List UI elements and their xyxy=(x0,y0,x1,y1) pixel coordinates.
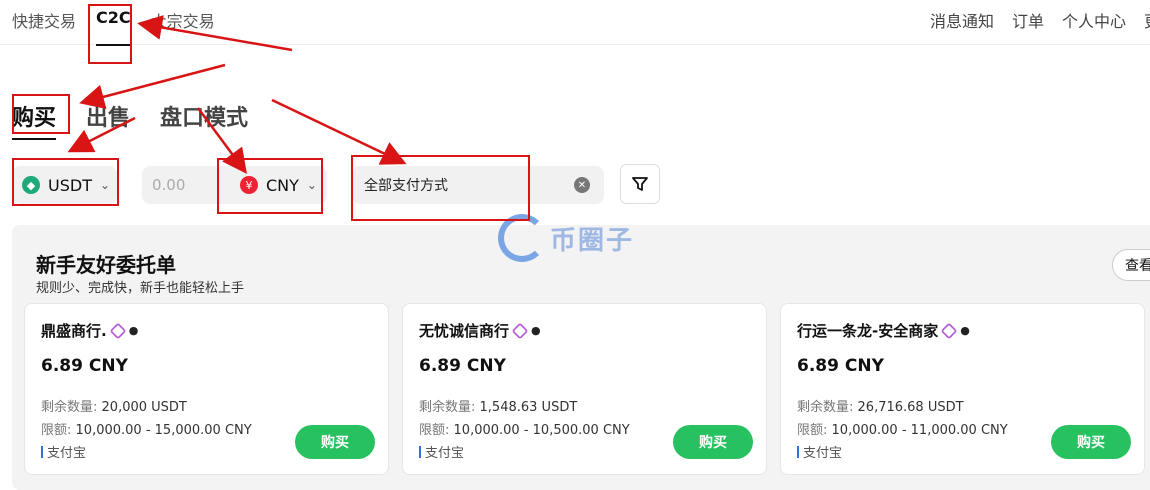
payment-value: 全部支付方式 xyxy=(364,178,448,194)
limit-value: 10,000.00 - 10,500.00 CNY xyxy=(453,423,630,438)
payment-method: 支付宝 xyxy=(41,442,86,461)
amount-placeholder: 0.00 xyxy=(152,176,186,194)
panel-subtitle: 规则少、完成快，新手也能轻松上手 xyxy=(36,281,245,296)
watermark-text: 币圈子 xyxy=(550,225,635,256)
remaining-label: 剩余数量: xyxy=(41,400,98,415)
order-card: 无忧诚信商行 ● 6.89 CNY 剩余数量: 1,548.63 USDT 限额… xyxy=(402,303,767,475)
merchant-badge-icon xyxy=(109,322,127,339)
buy-button[interactable]: 购买 xyxy=(1051,425,1131,459)
coin-value: USDT xyxy=(48,175,92,195)
remaining-value: 20,000 USDT xyxy=(101,400,187,415)
watermark-logo-icon xyxy=(498,214,546,262)
limit-row: 限额: 10,000.00 - 11,000.00 CNY xyxy=(797,419,1008,438)
user-icon: ● xyxy=(960,324,970,337)
remaining-row: 剩余数量: 20,000 USDT xyxy=(41,396,187,415)
remaining-row: 剩余数量: 1,548.63 USDT xyxy=(419,396,577,415)
payment-method: 支付宝 xyxy=(797,442,842,461)
tether-icon: ◆ xyxy=(22,176,40,194)
limit-row: 限额: 10,000.00 - 15,000.00 CNY xyxy=(41,419,252,438)
merchant-badge-icon xyxy=(940,322,958,339)
buy-button[interactable]: 购买 xyxy=(673,425,753,459)
merchant-name: 无忧诚信商行 ● xyxy=(419,320,541,341)
view-all-button[interactable]: 查看 xyxy=(1112,249,1150,281)
funnel-icon xyxy=(632,177,648,191)
price: 6.89 CNY xyxy=(419,356,506,376)
user-icon: ● xyxy=(531,324,541,337)
chevron-down-icon: ⌄ xyxy=(306,178,317,192)
remaining-label: 剩余数量: xyxy=(419,400,476,415)
price: 6.89 CNY xyxy=(797,356,884,376)
payment-method: 支付宝 xyxy=(419,442,464,461)
remaining-value: 26,716.68 USDT xyxy=(857,400,964,415)
nav-quick-trade[interactable]: 快捷交易 xyxy=(12,8,76,32)
user-icon: ● xyxy=(128,324,139,337)
tab-orderbook-mode[interactable]: 盘口模式 xyxy=(160,100,248,132)
merchant-label: 行运一条龙-安全商家 xyxy=(797,322,939,340)
order-card: 鼎盛商行. ● 6.89 CNY 剩余数量: 20,000 USDT 限额: 1… xyxy=(24,303,389,475)
beginner-orders-panel: 新手友好委托单 规则少、完成快，新手也能轻松上手 查看 鼎盛商行. ● 6.89… xyxy=(12,225,1150,490)
nav-orders[interactable]: 订单 xyxy=(1012,8,1044,32)
limit-label: 限额: xyxy=(797,423,828,438)
merchant-name: 行运一条龙-安全商家 ● xyxy=(797,320,970,341)
remaining-label: 剩余数量: xyxy=(797,400,854,415)
tab-buy[interactable]: 购买 xyxy=(12,100,56,140)
limit-value: 10,000.00 - 15,000.00 CNY xyxy=(75,423,252,438)
filter-bar: ◆ USDT ⌄ 0.00 ¥ CNY ⌄ 全部支付方式 ✕ xyxy=(12,160,1150,208)
nav-user-center[interactable]: 个人中心 xyxy=(1062,8,1126,32)
buy-button[interactable]: 购买 xyxy=(295,425,375,459)
filter-button[interactable] xyxy=(620,164,660,204)
merchant-label: 鼎盛商行. xyxy=(41,322,107,340)
top-nav: 快捷交易 C2C 大宗交易 消息通知 订单 个人中心 更 xyxy=(0,0,1150,46)
order-card: 行运一条龙-安全商家 ● 6.89 CNY 剩余数量: 26,716.68 US… xyxy=(780,303,1145,475)
merchant-label: 无忧诚信商行 xyxy=(419,322,510,340)
limit-value: 10,000.00 - 11,000.00 CNY xyxy=(831,423,1008,438)
remaining-row: 剩余数量: 26,716.68 USDT xyxy=(797,396,964,415)
limit-label: 限额: xyxy=(419,423,450,438)
nav-notifications[interactable]: 消息通知 xyxy=(930,8,994,32)
currency-select[interactable]: ¥ CNY ⌄ xyxy=(232,166,332,204)
currency-value: CNY xyxy=(266,175,299,195)
tab-sell[interactable]: 出售 xyxy=(86,100,130,132)
nav-more[interactable]: 更 xyxy=(1144,8,1150,32)
remaining-value: 1,548.63 USDT xyxy=(479,400,578,415)
price: 6.89 CNY xyxy=(41,356,128,376)
merchant-badge-icon xyxy=(511,322,529,339)
clear-icon[interactable]: ✕ xyxy=(574,177,590,193)
panel-title: 新手友好委托单 xyxy=(36,253,176,277)
chevron-down-icon: ⌄ xyxy=(99,178,111,192)
limit-row: 限额: 10,000.00 - 10,500.00 CNY xyxy=(419,419,630,438)
nav-c2c[interactable]: C2C xyxy=(96,8,131,46)
nav-block-trade[interactable]: 大宗交易 xyxy=(151,8,215,32)
payment-method-select[interactable]: 全部支付方式 ✕ xyxy=(352,166,604,204)
trade-tabs: 购买 出售 盘口模式 xyxy=(12,100,248,140)
coin-select[interactable]: ◆ USDT ⌄ xyxy=(12,166,117,204)
limit-label: 限额: xyxy=(41,423,72,438)
top-nav-left: 快捷交易 C2C 大宗交易 xyxy=(12,8,215,46)
watermark: 币圈子 xyxy=(498,214,634,262)
merchant-name: 鼎盛商行. ● xyxy=(41,320,138,341)
yuan-icon: ¥ xyxy=(240,176,258,194)
top-nav-right: 消息通知 订单 个人中心 更 xyxy=(930,8,1150,32)
